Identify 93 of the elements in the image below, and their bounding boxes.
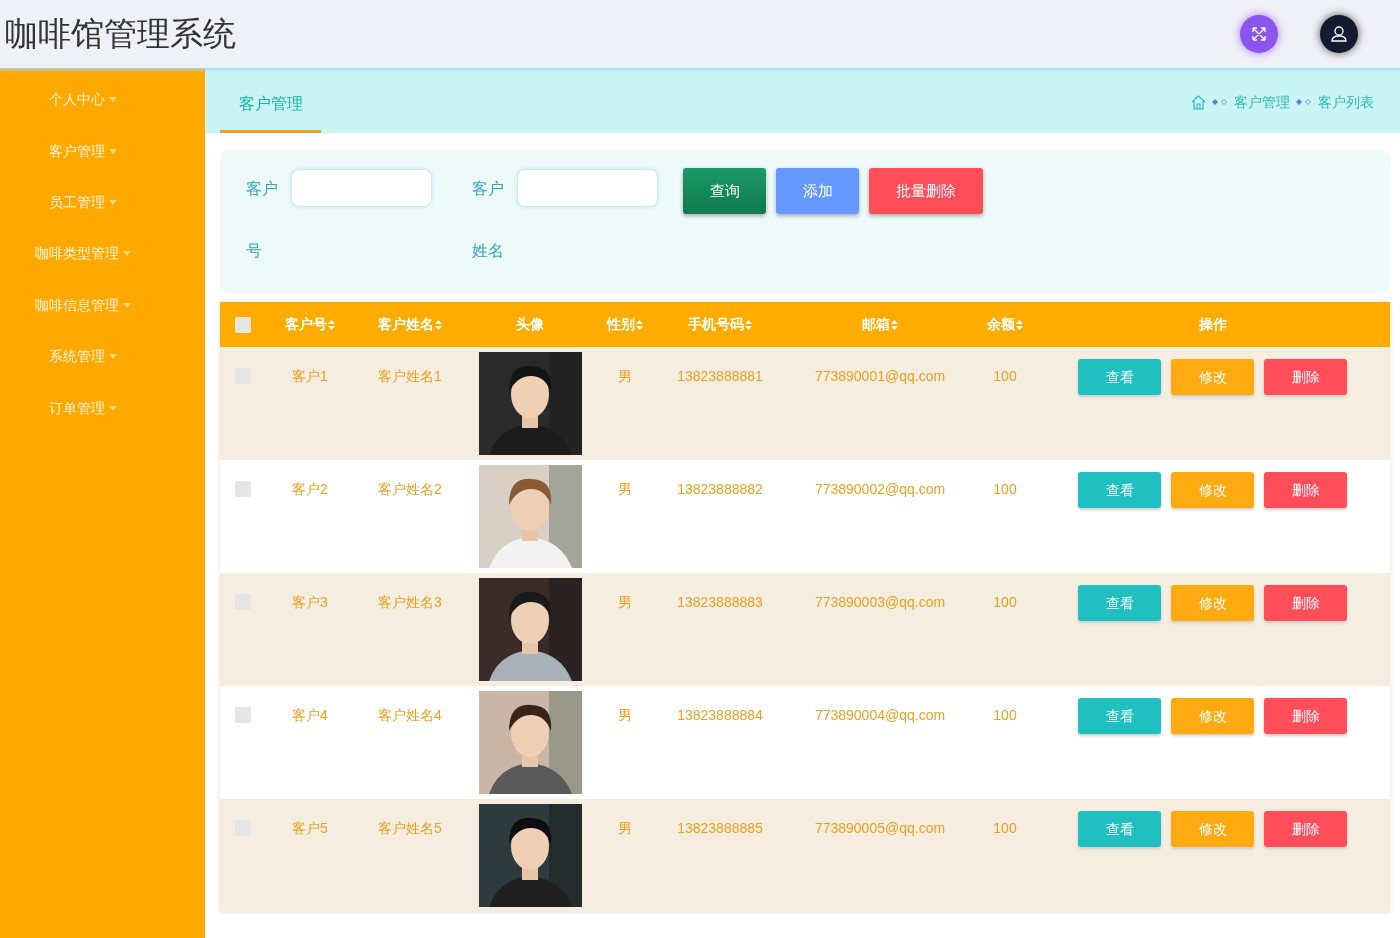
table-cell-text: 100 [993,706,1017,725]
table-cell-text: 男 [618,819,632,838]
delete-button[interactable]: 删除 [1264,811,1347,847]
table-cell-text: 客户姓名3 [378,593,442,612]
column-header: 头像 [516,315,544,334]
table-cell-text: 773890005@qq.com [814,819,946,838]
sidebar-item[interactable]: 订单管理 [0,382,205,434]
table-cell-text: 男 [618,480,632,499]
sort-icon [745,319,752,330]
table-cell-text: 客户姓名1 [378,367,442,386]
fullscreen-button[interactable] [1240,15,1278,53]
sort-icon [1016,319,1023,330]
delete-button[interactable]: 删除 [1264,698,1347,734]
column-header[interactable]: 余额 [987,314,1023,335]
separator-icon [1212,99,1228,105]
table-cell-text: 男 [618,367,632,386]
breadcrumb-link[interactable]: 客户管理 [1234,91,1290,113]
separator-icon [1296,99,1312,105]
delete-button[interactable]: 删除 [1264,585,1347,621]
table-cell-text: 13823888884 [677,706,763,725]
home-icon[interactable] [1191,94,1206,110]
caret-icon [122,251,131,257]
sidebar-item[interactable]: 个人中心 [0,74,205,126]
table-cell-text: 100 [993,593,1017,612]
edit-button[interactable]: 修改 [1171,472,1254,508]
table-cell-text: 773890002@qq.com [814,480,946,499]
row-checkbox[interactable] [234,707,251,723]
table-cell-text: 客户3 [292,593,328,612]
table-cell-text: 13823888883 [677,593,763,612]
column-header[interactable]: 手机号码 [688,314,752,335]
query-button[interactable]: 查询 [683,168,766,214]
sort-icon [891,319,898,330]
sidebar-item[interactable]: 系统管理 [0,330,205,383]
app-title: 咖啡馆管理系统 [5,14,236,55]
caret-icon [108,199,117,205]
caret-icon [108,405,117,411]
search-field[interactable] [517,169,658,207]
sort-icon [328,319,335,330]
table-cell-text: 773890001@qq.com [814,367,946,386]
caret-icon [108,148,117,154]
table-cell-text: 13823888885 [677,819,763,838]
edit-button[interactable]: 修改 [1171,585,1254,621]
table-cell-text: 客户2 [292,480,328,499]
search-field[interactable] [291,169,432,207]
table-cell-text: 客户5 [292,819,328,838]
user-icon [1330,25,1348,43]
view-button[interactable]: 查看 [1078,811,1161,847]
view-button[interactable]: 查看 [1078,472,1161,508]
table-cell-text: 773890004@qq.com [814,706,946,725]
table-cell-text: 客户姓名4 [378,706,442,725]
field-label: 客户号 [246,179,279,261]
delete-button[interactable]: 删除 [1264,472,1347,508]
table-cell-text: 男 [618,706,632,725]
sort-icon [435,319,442,330]
row-checkbox[interactable] [234,481,251,497]
breadcrumb-link[interactable]: 客户列表 [1318,91,1374,113]
table-cell-text: 13823888881 [677,367,763,386]
user-button[interactable] [1320,15,1358,53]
table-cell-text: 客户姓名2 [378,480,442,499]
view-button[interactable]: 查看 [1078,359,1161,395]
table-cell-text: 客户1 [292,367,328,386]
view-button[interactable]: 查看 [1078,698,1161,734]
caret-icon [108,97,117,103]
table-cell-text: 100 [993,367,1017,386]
delete-button[interactable]: 删除 [1264,359,1347,395]
view-button[interactable]: 查看 [1078,585,1161,621]
expand-icon [1251,26,1267,42]
column-header[interactable]: 客户号 [285,314,335,335]
add-button[interactable]: 添加 [776,168,859,214]
sidebar-item[interactable]: 咖啡信息管理 [0,279,205,331]
edit-button[interactable]: 修改 [1171,359,1254,395]
edit-button[interactable]: 修改 [1171,698,1254,734]
table-cell-text: 男 [618,593,632,612]
edit-button[interactable]: 修改 [1171,811,1254,847]
caret-icon [122,302,131,308]
column-header[interactable]: 性别 [607,314,643,335]
column-header: 操作 [1198,315,1227,334]
column-header[interactable]: 客户姓名 [378,314,442,335]
table-cell-text: 客户4 [292,706,328,725]
sidebar-item[interactable]: 员工管理 [0,176,205,229]
field-label: 客户姓名 [472,179,505,261]
table-cell-text: 客户姓名5 [378,819,442,838]
sidebar-item[interactable]: 客户管理 [0,125,205,177]
sidebar-item[interactable]: 咖啡类型管理 [0,228,205,280]
table-cell-text: 100 [993,480,1017,499]
batch-delete-button[interactable]: 批量删除 [869,168,983,214]
caret-icon [108,354,117,360]
table-cell-text: 773890003@qq.com [814,593,946,612]
select-all-checkbox[interactable] [234,316,251,333]
column-header[interactable]: 邮箱 [862,314,898,335]
sort-icon [636,319,643,330]
table-cell-text: 100 [993,819,1017,838]
table-cell-text: 13823888882 [677,480,763,499]
